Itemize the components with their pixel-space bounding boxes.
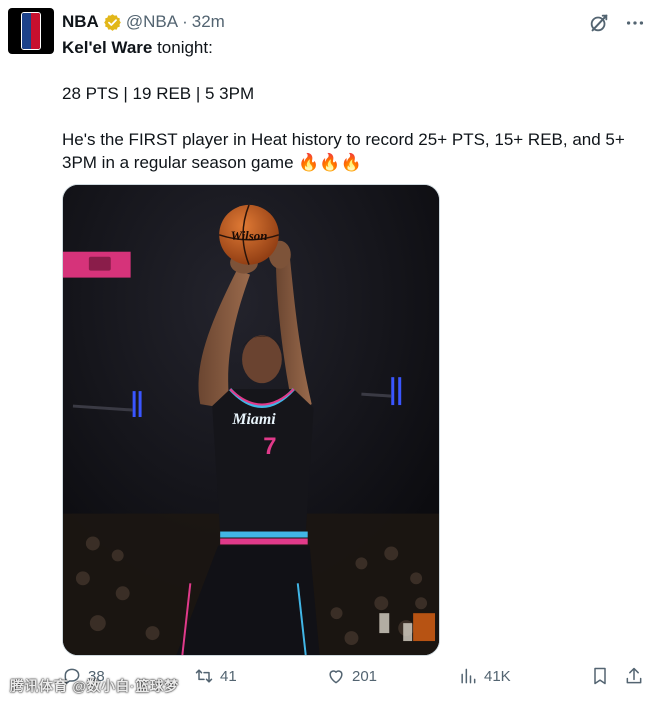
watermark: 腾讯体育 @数小白·篮球梦	[10, 678, 179, 694]
player-mention: Kel'el Ware	[62, 38, 153, 57]
share-icon	[626, 667, 642, 684]
header-separator: ·	[182, 12, 188, 31]
like-button[interactable]: 201	[326, 666, 377, 686]
text-body: He's the FIRST player in Heat history to…	[62, 128, 642, 174]
intro-rest: tonight:	[152, 38, 213, 57]
author-handle[interactable]: @NBA	[126, 12, 178, 32]
repost-count: 41	[220, 667, 237, 685]
verified-badge-icon[interactable]	[103, 13, 122, 32]
avatar[interactable]	[8, 8, 54, 54]
heart-icon	[329, 670, 343, 684]
display-name[interactable]: NBA	[62, 12, 99, 32]
stat-line: 28 PTS | 19 REB | 5 3PM	[62, 84, 255, 103]
bookmark-icon	[594, 667, 606, 685]
views-button[interactable]: 41K	[458, 666, 511, 686]
top-right-icons	[588, 12, 646, 34]
jersey-number-text: 7	[263, 433, 276, 460]
nba-logo-icon	[21, 12, 41, 50]
repost-icon	[195, 669, 213, 683]
post-photo[interactable]: Wilson Miami 7	[62, 184, 440, 656]
post-text: Kel'el Ware tonight: 28 PTS | 19 REB | 5…	[62, 36, 642, 174]
text-line-intro: Kel'el Ware tonight:	[62, 36, 642, 59]
ball-brand-text: Wilson	[231, 228, 268, 243]
bookmark-button[interactable]	[590, 666, 610, 686]
analytics-icon	[461, 668, 476, 684]
like-count: 201	[352, 667, 378, 685]
share-button[interactable]	[624, 666, 644, 686]
view-count: 41K	[484, 667, 511, 685]
more-options-icon[interactable]	[624, 12, 646, 34]
grok-icon[interactable]	[588, 12, 610, 34]
fire-emoji: 🔥🔥🔥	[298, 153, 362, 172]
jersey-script-text: Miami	[231, 411, 276, 428]
post-header: NBA @NBA · 32m	[62, 12, 225, 32]
post-timestamp[interactable]: 32m	[192, 12, 225, 32]
repost-button[interactable]: 41	[194, 666, 237, 686]
